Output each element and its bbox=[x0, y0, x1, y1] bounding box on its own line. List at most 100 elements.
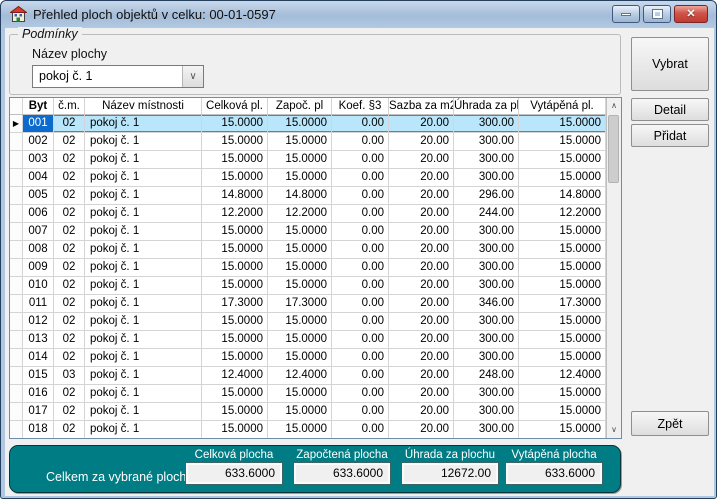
table-row[interactable]: 00502pokoj č. 114.800014.80000.0020.0029… bbox=[10, 187, 606, 205]
table-cell: 300.00 bbox=[454, 331, 519, 348]
table-cell: 15.0000 bbox=[519, 133, 606, 150]
zpet-button[interactable]: Zpět bbox=[631, 411, 709, 436]
scroll-up-icon[interactable]: ∧ bbox=[607, 98, 621, 114]
row-indicator bbox=[10, 169, 23, 186]
table-row[interactable]: 00602pokoj č. 112.200012.20000.0020.0024… bbox=[10, 205, 606, 223]
table-cell: 15.0000 bbox=[268, 223, 332, 240]
table-cell: 0.00 bbox=[332, 313, 389, 330]
table-cell: 300.00 bbox=[454, 259, 519, 276]
table-cell: 02 bbox=[54, 421, 85, 438]
table-cell: 17.3000 bbox=[519, 295, 606, 312]
column-header-koef[interactable]: Koef. §3 bbox=[332, 98, 389, 114]
table-cell: 15.0000 bbox=[202, 349, 268, 366]
table-cell: 20.00 bbox=[389, 313, 454, 330]
close-button[interactable]: ✕ bbox=[674, 5, 708, 23]
table-cell: 0.00 bbox=[332, 349, 389, 366]
chevron-down-icon[interactable]: ∨ bbox=[182, 66, 203, 87]
table-cell: 20.00 bbox=[389, 421, 454, 438]
table-cell: 0.00 bbox=[332, 277, 389, 294]
column-header-cm[interactable]: č.m. bbox=[54, 98, 85, 114]
table-cell: 15.0000 bbox=[268, 151, 332, 168]
pridat-button[interactable]: Přidat bbox=[631, 124, 709, 147]
detail-button[interactable]: Detail bbox=[631, 98, 709, 121]
table-cell: 15.0000 bbox=[519, 277, 606, 294]
table-cell: 0.00 bbox=[332, 241, 389, 258]
window-title: Přehled ploch objektů v celku: 00-01-059… bbox=[33, 7, 276, 22]
table-row[interactable]: 00802pokoj č. 115.000015.00000.0020.0030… bbox=[10, 241, 606, 259]
table-cell: 300.00 bbox=[454, 277, 519, 294]
table-row[interactable]: 01202pokoj č. 115.000015.00000.0020.0030… bbox=[10, 313, 606, 331]
row-indicator bbox=[10, 385, 23, 402]
table-row[interactable]: 01702pokoj č. 115.000015.00000.0020.0030… bbox=[10, 403, 606, 421]
plochy-grid[interactable]: Byt č.m. Název místnosti Celková pl. Zap… bbox=[9, 97, 622, 439]
totals-caption: Celkem za vybrané plochy bbox=[46, 470, 193, 484]
table-cell: 14.8000 bbox=[268, 187, 332, 204]
vertical-scrollbar[interactable]: ∧ ∨ bbox=[606, 98, 621, 438]
table-cell: pokoj č. 1 bbox=[85, 133, 202, 150]
scrollbar-thumb[interactable] bbox=[608, 115, 619, 183]
total-value: 12672.00 bbox=[402, 463, 498, 484]
minimize-icon bbox=[621, 13, 631, 16]
table-cell: 02 bbox=[54, 259, 85, 276]
column-header-sazba[interactable]: Sazba za m2 bbox=[389, 98, 454, 114]
table-row[interactable]: ▶00102pokoj č. 115.000015.00000.0020.003… bbox=[10, 115, 606, 133]
row-indicator bbox=[10, 133, 23, 150]
table-cell: pokoj č. 1 bbox=[85, 151, 202, 168]
row-indicator bbox=[10, 331, 23, 348]
client-area: Podmínky Název plochy pokoj č. 1 ∨ Vybra… bbox=[5, 28, 714, 496]
table-cell: 014 bbox=[23, 349, 54, 366]
column-header-zapoc[interactable]: Započ. pl bbox=[268, 98, 332, 114]
conditions-groupbox: Podmínky Název plochy pokoj č. 1 ∨ bbox=[9, 34, 621, 95]
table-row[interactable]: 01802pokoj č. 115.000015.00000.0020.0030… bbox=[10, 421, 606, 438]
minimize-button[interactable] bbox=[612, 5, 640, 23]
column-header-celkova[interactable]: Celková pl. bbox=[202, 98, 268, 114]
table-row[interactable]: 00202pokoj č. 115.000015.00000.0020.0030… bbox=[10, 133, 606, 151]
table-cell: 20.00 bbox=[389, 367, 454, 384]
column-header-nazev[interactable]: Název místnosti bbox=[85, 98, 202, 114]
table-cell: 12.2000 bbox=[519, 205, 606, 222]
total-celkova-plocha: Celková plocha 633.6000 bbox=[186, 449, 282, 484]
vybrat-button[interactable]: Vybrat bbox=[631, 37, 709, 91]
table-cell: 12.2000 bbox=[268, 205, 332, 222]
totals-panel: Celkem za vybrané plochy Celková plocha … bbox=[9, 445, 621, 493]
table-cell: 20.00 bbox=[389, 241, 454, 258]
column-header-uhrada[interactable]: Úhrada za pl. bbox=[454, 98, 519, 114]
table-cell: 15.0000 bbox=[519, 241, 606, 258]
column-header-vytapena[interactable]: Vytápěná pl. bbox=[519, 98, 606, 114]
total-label: Celková plocha bbox=[186, 449, 282, 461]
table-cell: 14.8000 bbox=[202, 187, 268, 204]
table-cell: 15.0000 bbox=[202, 223, 268, 240]
table-cell: 300.00 bbox=[454, 421, 519, 438]
table-row[interactable]: 00402pokoj č. 115.000015.00000.0020.0030… bbox=[10, 169, 606, 187]
table-cell: 20.00 bbox=[389, 277, 454, 294]
table-row[interactable]: 01602pokoj č. 115.000015.00000.0020.0030… bbox=[10, 385, 606, 403]
table-cell: 02 bbox=[54, 169, 85, 186]
table-cell: 20.00 bbox=[389, 295, 454, 312]
table-row[interactable]: 01002pokoj č. 115.000015.00000.0020.0030… bbox=[10, 277, 606, 295]
row-indicator bbox=[10, 295, 23, 312]
table-row[interactable]: 00702pokoj č. 115.000015.00000.0020.0030… bbox=[10, 223, 606, 241]
table-cell: pokoj č. 1 bbox=[85, 367, 202, 384]
scroll-down-icon[interactable]: ∨ bbox=[607, 422, 621, 438]
table-cell: 15.0000 bbox=[519, 223, 606, 240]
table-row[interactable]: 01503pokoj č. 112.400012.40000.0020.0024… bbox=[10, 367, 606, 385]
table-cell: 15.0000 bbox=[519, 331, 606, 348]
restore-button[interactable] bbox=[643, 5, 671, 23]
table-cell: pokoj č. 1 bbox=[85, 115, 202, 132]
table-cell: 15.0000 bbox=[202, 331, 268, 348]
table-cell: 20.00 bbox=[389, 187, 454, 204]
table-row[interactable]: 01302pokoj č. 115.000015.00000.0020.0030… bbox=[10, 331, 606, 349]
table-cell: 15.0000 bbox=[202, 385, 268, 402]
table-cell: 02 bbox=[54, 115, 85, 132]
row-indicator bbox=[10, 205, 23, 222]
table-cell: 15.0000 bbox=[268, 403, 332, 420]
table-row[interactable]: 01402pokoj č. 115.000015.00000.0020.0030… bbox=[10, 349, 606, 367]
column-header-byt[interactable]: Byt bbox=[23, 98, 54, 114]
table-cell: 0.00 bbox=[332, 115, 389, 132]
table-row[interactable]: 00902pokoj č. 115.000015.00000.0020.0030… bbox=[10, 259, 606, 277]
table-cell: pokoj č. 1 bbox=[85, 187, 202, 204]
table-row[interactable]: 01102pokoj č. 117.300017.30000.0020.0034… bbox=[10, 295, 606, 313]
table-cell: pokoj č. 1 bbox=[85, 277, 202, 294]
table-row[interactable]: 00302pokoj č. 115.000015.00000.0020.0030… bbox=[10, 151, 606, 169]
plocha-name-combobox[interactable]: pokoj č. 1 ∨ bbox=[32, 65, 204, 88]
